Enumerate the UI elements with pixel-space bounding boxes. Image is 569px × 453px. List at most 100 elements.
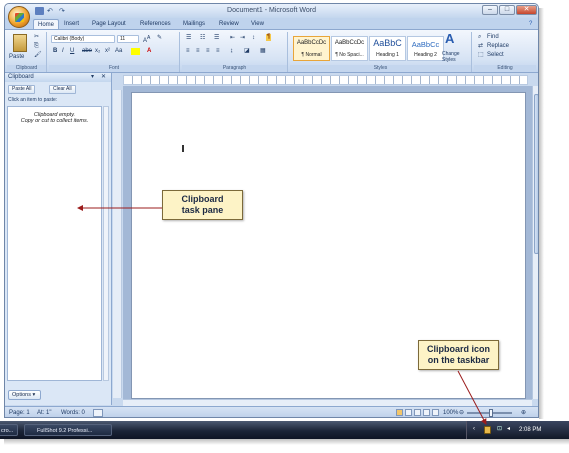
style-heading-2[interactable]: AaBbCc Heading 2 [407, 36, 444, 61]
tab-insert[interactable]: Insert [60, 19, 83, 29]
clipboard-group-label[interactable]: Clipboard [7, 65, 46, 72]
minimize-button[interactable]: – [482, 5, 498, 15]
find-icon[interactable]: ⌕ [478, 34, 481, 41]
style-preview: AaBbC [373, 38, 402, 48]
replace-icon[interactable]: ⇄ [478, 43, 483, 50]
select-label[interactable]: Select [487, 52, 504, 59]
zoom-slider-knob[interactable] [489, 409, 493, 417]
vertical-ruler[interactable] [113, 90, 122, 398]
strikethrough-button[interactable]: abe [82, 48, 92, 55]
taskpane-menu-icon[interactable]: ▾ [91, 74, 94, 81]
change-styles-icon[interactable]: A [445, 32, 454, 45]
italic-button[interactable]: I [62, 48, 64, 55]
grow-font-icon[interactable]: AA [143, 35, 150, 45]
clipboard-hint-text: Copy or cut to collect items. [20, 118, 89, 124]
proofing-icon[interactable] [93, 409, 103, 417]
volume-icon[interactable]: ◂ [507, 426, 510, 433]
help-icon[interactable]: ? [525, 19, 536, 29]
paragraph-group-label[interactable]: Paragraph [182, 65, 287, 72]
tray-chevron-icon[interactable]: ‹ [473, 426, 475, 433]
draft-view-icon[interactable] [432, 409, 439, 416]
taskpane-close-icon[interactable]: ✕ [101, 74, 106, 81]
font-name-box[interactable]: Calibri (Body) [51, 35, 115, 43]
find-label[interactable]: Find [487, 34, 499, 41]
style-preview: AaBbCc [411, 40, 440, 49]
align-center-icon[interactable]: ≡ [196, 48, 200, 55]
web-layout-view-icon[interactable] [414, 409, 421, 416]
paste-icon[interactable] [13, 34, 27, 52]
zoom-out-icon[interactable]: ⊖ [459, 407, 464, 417]
taskbar-item[interactable]: cro... [0, 424, 18, 436]
word-count[interactable]: Words: 0 [61, 407, 85, 417]
align-left-icon[interactable]: ≡ [186, 48, 190, 55]
horizontal-ruler[interactable] [123, 75, 528, 85]
bold-button[interactable]: B [53, 48, 57, 55]
tab-view[interactable]: View [247, 19, 268, 29]
cursor-position[interactable]: At: 1" [37, 407, 51, 417]
styles-group-label[interactable]: Styles [290, 65, 471, 72]
outline-view-icon[interactable] [423, 409, 430, 416]
tab-review[interactable]: Review [215, 19, 243, 29]
style-name: Heading 1 [376, 52, 399, 58]
style-heading-1[interactable]: AaBbC Heading 1 [369, 36, 406, 61]
borders-icon[interactable]: ▦ [260, 48, 266, 55]
page-indicator[interactable]: Page: 1 [9, 407, 30, 417]
underline-button[interactable]: U [70, 48, 74, 55]
replace-label[interactable]: Replace [487, 43, 509, 50]
zoom-level[interactable]: 100% [443, 407, 458, 417]
paste-label[interactable]: Paste [9, 54, 24, 61]
change-styles-label[interactable]: Change Styles [442, 51, 470, 63]
network-icon[interactable]: ⊡ [497, 426, 502, 433]
shading-icon[interactable]: ◪ [244, 48, 250, 55]
sort-icon[interactable]: ↕ [252, 35, 255, 42]
clear-all-button[interactable]: Clear All [49, 85, 76, 94]
style-normal[interactable]: AaBbCcDc ¶ Normal [293, 36, 330, 61]
highlight-icon[interactable] [131, 48, 140, 55]
office-button[interactable] [8, 6, 30, 28]
callout-line: Clipboard [181, 194, 224, 204]
line-spacing-icon[interactable]: ↨ [230, 48, 233, 55]
clipboard-item-list[interactable]: Clipboard empty. Copy or cut to collect … [7, 106, 102, 381]
close-button[interactable]: ✕ [516, 5, 537, 15]
maximize-button[interactable]: □ [499, 5, 515, 15]
taskbar-clock[interactable]: 2:08 PM [519, 421, 541, 439]
options-button[interactable]: Options ▾ [8, 390, 41, 400]
full-screen-view-icon[interactable] [405, 409, 412, 416]
justify-icon[interactable]: ≡ [216, 48, 220, 55]
align-right-icon[interactable]: ≡ [206, 48, 210, 55]
tab-page-layout[interactable]: Page Layout [88, 19, 130, 29]
subscript-button[interactable]: x₂ [95, 48, 100, 55]
clear-format-icon[interactable]: ✎ [157, 35, 162, 42]
cut-icon[interactable]: ✂ [34, 34, 39, 41]
tab-home[interactable]: Home [33, 19, 60, 29]
increase-indent-icon[interactable]: ⇥ [240, 35, 245, 42]
superscript-button[interactable]: x² [105, 48, 110, 55]
horizontal-scrollbar[interactable] [123, 399, 532, 406]
print-layout-view-icon[interactable] [396, 409, 403, 416]
font-size-box[interactable]: 11 [117, 35, 139, 43]
multilevel-list-icon[interactable]: ☰ [214, 35, 219, 42]
vertical-scrollbar[interactable] [532, 86, 538, 399]
frame-shadow [4, 439, 569, 445]
tab-references[interactable]: References [136, 19, 175, 29]
taskbar-fullshot[interactable]: FullShot 9.2 Professi... [24, 424, 112, 436]
paste-all-button[interactable]: Paste All [8, 85, 36, 94]
numbering-icon[interactable]: ☷ [200, 35, 205, 42]
tab-mailings[interactable]: Mailings [179, 19, 209, 29]
format-painter-icon[interactable]: 🖌 [34, 52, 42, 59]
change-case-button[interactable]: Aa [115, 48, 122, 55]
editing-group-label[interactable]: Editing [474, 65, 536, 72]
decrease-indent-icon[interactable]: ⇤ [230, 35, 235, 42]
style-no-spacing[interactable]: AaBbCcDc ¶ No Spaci... [331, 36, 368, 61]
copy-icon[interactable]: ⎘ [34, 43, 39, 50]
editing-group: ⌕ Find ⇄ Replace ⬚ Select Editing [474, 32, 536, 72]
font-color-icon[interactable]: A [147, 48, 151, 55]
zoom-in-icon[interactable]: ⊕ [521, 407, 526, 417]
show-formatting-icon[interactable]: ¶ [266, 34, 272, 41]
font-group-label[interactable]: Font [49, 65, 179, 72]
select-icon[interactable]: ⬚ [478, 52, 484, 59]
taskpane-scrollbar[interactable] [103, 106, 109, 381]
clipboard-tray-icon[interactable] [484, 426, 491, 434]
bullets-icon[interactable]: ☰ [186, 35, 191, 42]
window-title: Document1 - Microsoft Word [227, 7, 316, 14]
